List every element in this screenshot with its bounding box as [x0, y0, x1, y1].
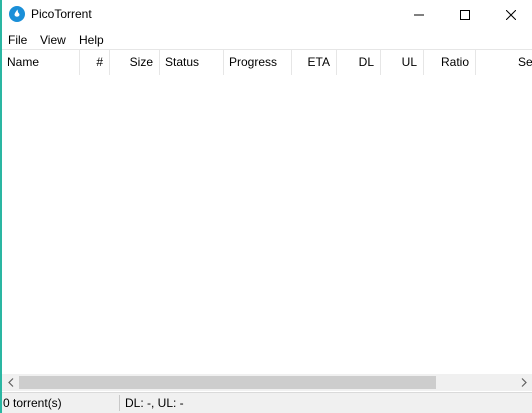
column-header-progress[interactable]: Progress — [224, 50, 292, 75]
menu-help[interactable]: Help — [79, 33, 104, 47]
title-bar: PicoTorrent — [2, 0, 532, 30]
menu-view[interactable]: View — [40, 33, 66, 47]
column-header-dl[interactable]: DL — [337, 50, 381, 75]
maximize-button[interactable] — [442, 0, 488, 30]
column-header-seeds[interactable]: Se — [476, 50, 532, 75]
window-title: PicoTorrent — [31, 7, 92, 21]
torrent-count: 0 torrent(s) — [3, 396, 62, 410]
close-icon — [506, 10, 516, 20]
minimize-button[interactable] — [396, 0, 442, 30]
column-header-ul[interactable]: UL — [381, 50, 424, 75]
chevron-right-icon — [521, 378, 527, 387]
torrent-list[interactable] — [2, 75, 532, 373]
column-header-status[interactable]: Status — [160, 50, 224, 75]
scroll-left-button[interactable] — [2, 374, 19, 391]
horizontal-scrollbar[interactable] — [2, 374, 532, 391]
menu-bar: File View Help — [2, 30, 532, 49]
column-header-ratio[interactable]: Ratio — [424, 50, 476, 75]
column-header-index[interactable]: # — [80, 50, 110, 75]
torrent-list-header: Name # Size Status Progress ETA DL UL Ra… — [2, 49, 532, 76]
transfer-speeds: DL: -, UL: - — [125, 396, 184, 410]
scroll-right-button[interactable] — [515, 374, 532, 391]
menu-file[interactable]: File — [8, 33, 27, 47]
close-button[interactable] — [488, 0, 532, 30]
column-header-eta[interactable]: ETA — [292, 50, 337, 75]
chevron-left-icon — [7, 378, 13, 387]
scrollbar-thumb[interactable] — [19, 376, 436, 389]
status-bar: 0 torrent(s) DL: -, UL: - — [2, 392, 532, 413]
app-logo-icon — [9, 6, 25, 22]
column-header-size[interactable]: Size — [110, 50, 160, 75]
maximize-icon — [460, 10, 470, 20]
column-header-name[interactable]: Name — [2, 50, 80, 75]
minimize-icon — [414, 14, 424, 16]
status-divider — [119, 395, 120, 411]
